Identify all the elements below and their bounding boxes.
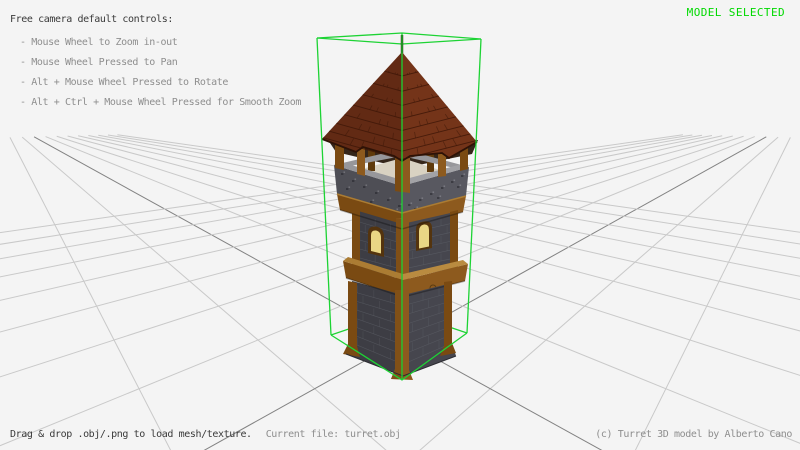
help-item: - Mouse Wheel to Zoom in-out (20, 33, 301, 53)
cobble-stone-dot (430, 193, 432, 195)
cobble-stone-highlight (433, 192, 435, 193)
cobble-stone-highlight (422, 198, 424, 199)
cobble-stone-dot (408, 204, 410, 206)
cobble-stone-dot (341, 173, 343, 175)
cobble-stone-highlight (366, 185, 368, 186)
cobble-stone-highlight (344, 172, 346, 173)
cobble-stone-highlight (397, 209, 399, 210)
cobble-stone-highlight (440, 196, 442, 197)
cobble-stone-highlight (454, 180, 456, 181)
cobble-stone-dot (370, 201, 372, 203)
cobble-stone-dot (363, 186, 365, 188)
cobble-stone-highlight (390, 198, 392, 199)
cobble-stone-dot (461, 175, 463, 177)
cobble-stone-dot (346, 188, 348, 190)
cobble-stone-highlight (411, 203, 413, 204)
cobble-stone-highlight (444, 186, 446, 187)
cobble-stone-dot (441, 187, 443, 189)
current-file-label: Current file: turret.obj (266, 429, 401, 440)
cobble-stone-dot (419, 199, 421, 201)
model-credit: (c) Turret 3D model by Alberto Cano (595, 429, 792, 440)
status-banner: MODEL SELECTED (687, 6, 785, 19)
cobble-stone-dot (398, 205, 400, 207)
cobble-stone-highlight (373, 200, 375, 201)
help-title: Free camera default controls: (10, 10, 301, 30)
shingle-tick (409, 72, 410, 74)
cobble-stone-highlight (349, 187, 351, 188)
window-right-glass (419, 224, 429, 248)
help-item: - Alt + Mouse Wheel Pressed to Rotate (20, 73, 301, 93)
cobble-stone-highlight (378, 191, 380, 192)
footer-hints: Drag & drop .obj/.png to load mesh/textu… (10, 429, 401, 440)
cobble-stone-highlight (464, 174, 466, 175)
camera-controls-help: Free camera default controls: - Mouse Wh… (10, 10, 301, 113)
window-left-glass (371, 230, 381, 253)
drop-hint: Drag & drop .obj/.png to load mesh/textu… (10, 429, 252, 440)
cobble-stone-dot (457, 186, 459, 188)
cobble-stone-dot (375, 192, 377, 194)
cobble-stone-dot (387, 199, 389, 201)
help-item: - Mouse Wheel Pressed to Pan (20, 53, 301, 73)
help-item: - Alt + Ctrl + Mouse Wheel Pressed for S… (20, 93, 301, 113)
cobble-stone-highlight (355, 179, 357, 180)
cobble-stone-dot (437, 197, 439, 199)
cobble-stone-dot (451, 181, 453, 183)
cobble-stone-highlight (417, 207, 419, 208)
cobble-stone-dot (352, 180, 354, 182)
viewport-3d[interactable]: Free camera default controls: - Mouse Wh… (0, 0, 800, 450)
cobble-stone-highlight (460, 185, 462, 186)
